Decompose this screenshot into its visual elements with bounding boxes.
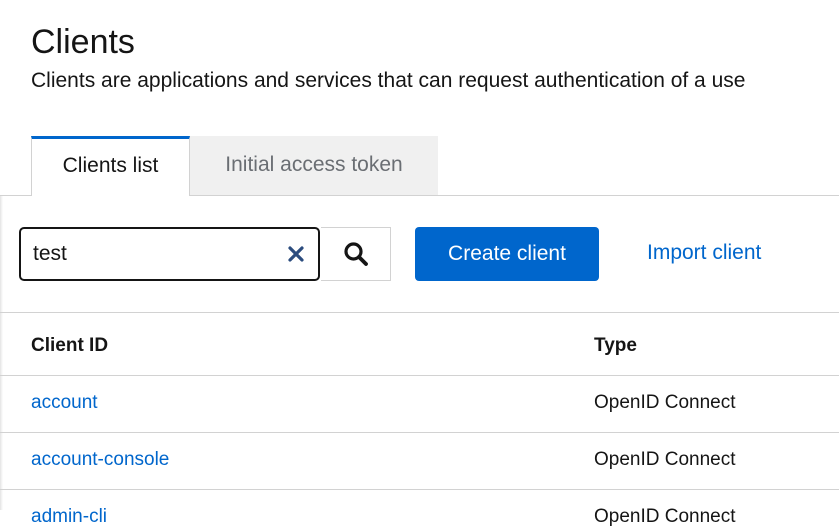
tab-initial-access-token[interactable]: Initial access token <box>190 136 438 196</box>
search-input[interactable] <box>33 237 273 271</box>
column-header-client-id[interactable]: Client ID <box>31 332 108 360</box>
search-box <box>19 227 320 281</box>
tab-bar: Clients list Initial access token <box>0 136 839 196</box>
page-title: Clients <box>31 23 135 61</box>
client-id-link[interactable]: account <box>31 389 98 417</box>
client-id-link[interactable]: admin-cli <box>31 503 107 531</box>
search-icon <box>343 242 368 266</box>
create-client-button[interactable]: Create client <box>415 227 599 281</box>
close-icon <box>288 246 304 262</box>
clear-search-button[interactable] <box>284 242 308 266</box>
table-header-divider <box>0 375 839 376</box>
client-type: OpenID Connect <box>594 449 736 470</box>
page-description: Clients are applications and services th… <box>31 69 746 92</box>
content-edge-shadow <box>0 196 3 510</box>
import-client-link[interactable]: Import client <box>647 238 761 268</box>
client-type: OpenID Connect <box>594 506 736 527</box>
client-type: OpenID Connect <box>594 392 736 413</box>
table-row-divider <box>0 489 839 490</box>
search-button[interactable] <box>321 227 391 281</box>
client-id-link[interactable]: account-console <box>31 446 169 474</box>
column-header-type[interactable]: Type <box>594 332 637 360</box>
table-row-divider <box>0 432 839 433</box>
table-top-divider <box>0 312 839 313</box>
tab-clients-list[interactable]: Clients list <box>31 136 190 196</box>
